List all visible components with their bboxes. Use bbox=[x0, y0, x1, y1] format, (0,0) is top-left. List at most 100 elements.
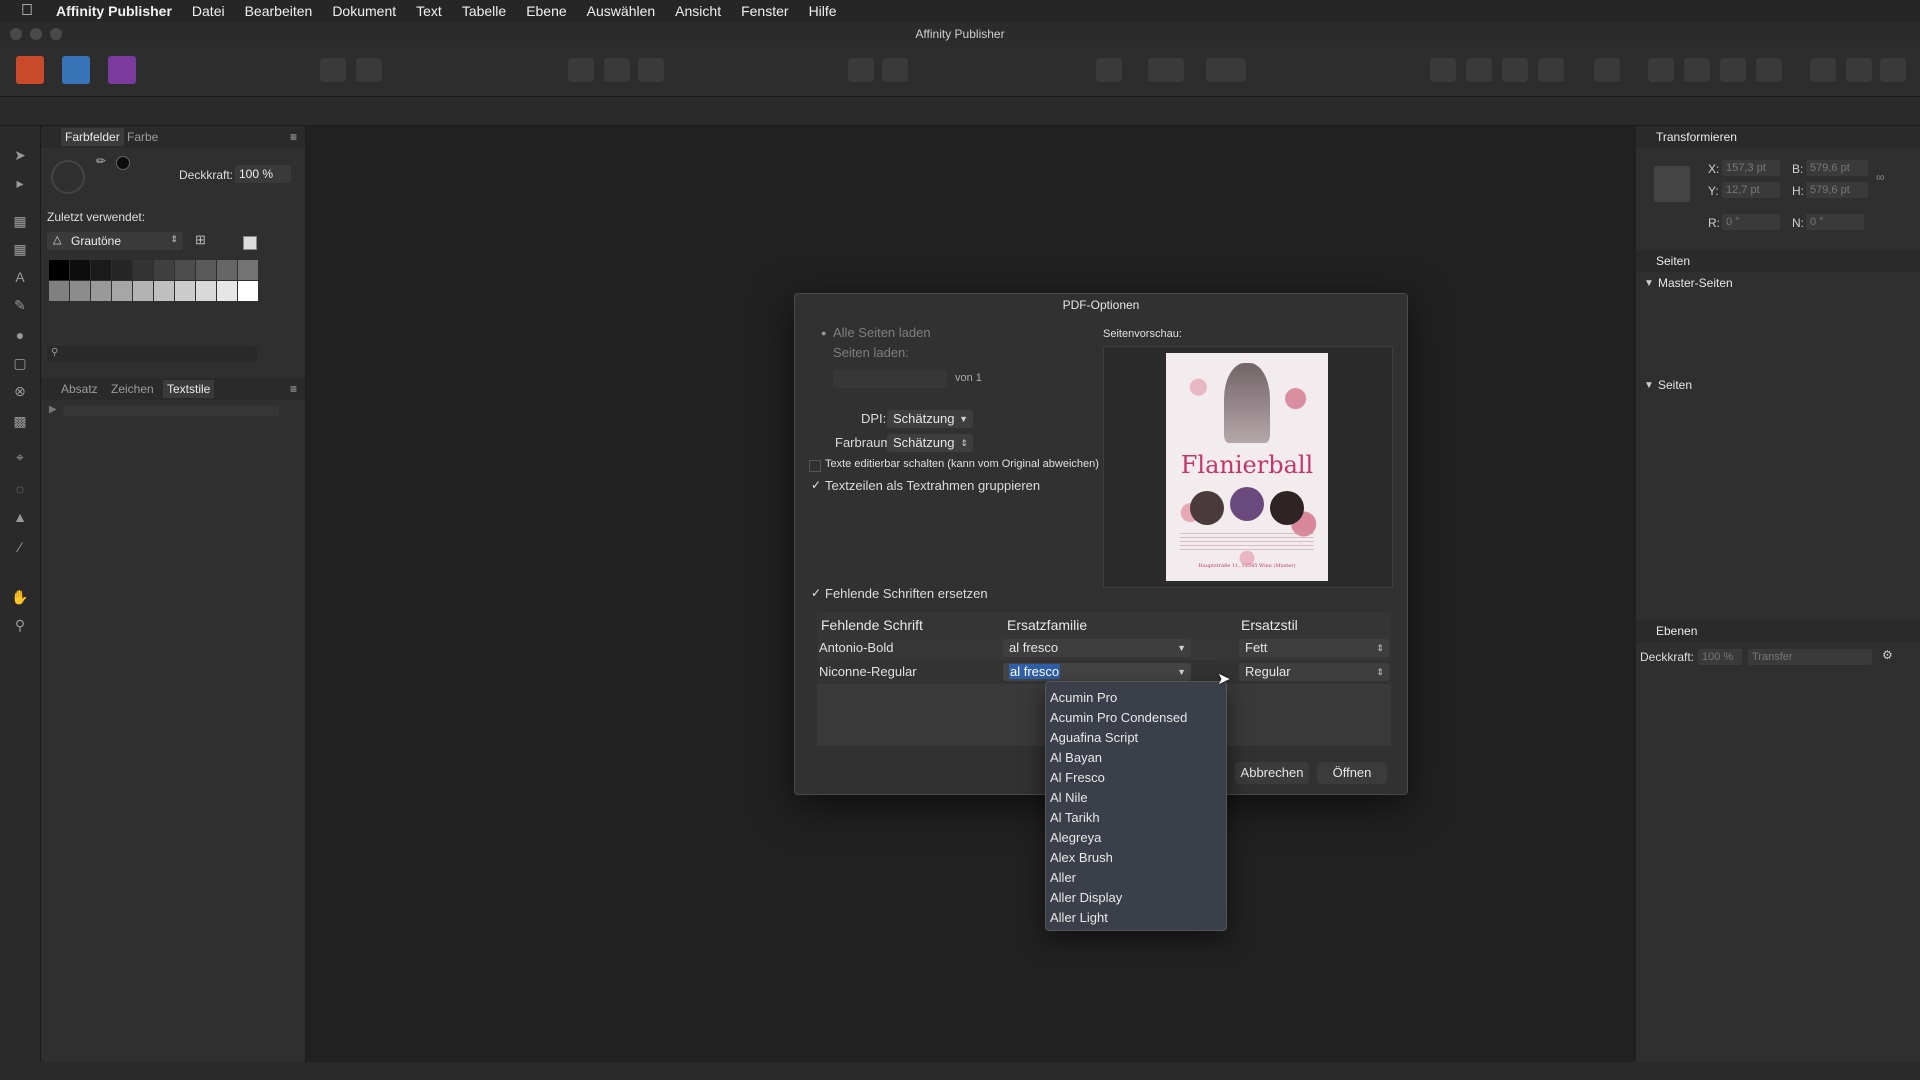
dropdown-option[interactable]: Al Nile bbox=[1050, 788, 1088, 808]
blend-mode-select[interactable]: Transfer bbox=[1748, 649, 1872, 665]
swatch[interactable] bbox=[175, 281, 195, 301]
height-field[interactable]: 579,6 pt bbox=[1806, 182, 1868, 198]
swatch[interactable] bbox=[238, 260, 258, 280]
swatch[interactable] bbox=[49, 260, 69, 280]
anchor-selector[interactable] bbox=[1654, 166, 1690, 202]
page-icon[interactable] bbox=[568, 58, 594, 82]
pin-icon[interactable] bbox=[848, 58, 874, 82]
swatch[interactable] bbox=[217, 260, 237, 280]
palette-select[interactable]: △ Grautöne ⇕ bbox=[47, 232, 183, 250]
flip-horizontal-icon[interactable] bbox=[1648, 58, 1674, 82]
dropdown-option[interactable]: Acumin Pro bbox=[1050, 688, 1117, 708]
add-swatch-icon[interactable]: ⊞ bbox=[195, 232, 206, 248]
disclosure-down-icon[interactable]: ▼ bbox=[1644, 278, 1654, 289]
menu-dokument[interactable]: Dokument bbox=[322, 3, 406, 19]
eyedropper-icon[interactable]: ✏ bbox=[96, 154, 106, 168]
fill-tool-icon[interactable]: ◌ bbox=[11, 480, 29, 498]
arrange-back-icon[interactable] bbox=[1538, 58, 1564, 82]
dropdown-option[interactable]: Aller bbox=[1050, 868, 1076, 888]
editable-text-checkbox[interactable] bbox=[809, 460, 821, 472]
dropdown-option[interactable]: Aguafina Script bbox=[1050, 728, 1138, 748]
rotate-left-icon[interactable] bbox=[1720, 58, 1746, 82]
style-select[interactable]: Fett ⇕ bbox=[1239, 639, 1389, 657]
move-tool-icon[interactable]: ➤ bbox=[11, 146, 29, 164]
color-picker-tool-icon[interactable]: ∕ bbox=[11, 538, 29, 556]
arrange-backward-icon[interactable] bbox=[1502, 58, 1528, 82]
none-swatch-icon[interactable] bbox=[243, 236, 257, 250]
tab-textstile[interactable]: Textstile bbox=[163, 380, 215, 398]
boolean-intersect-icon[interactable] bbox=[1880, 58, 1906, 82]
panel-menu-icon[interactable]: ≡ bbox=[290, 382, 297, 396]
swatch-search-input[interactable]: ⚲ bbox=[47, 346, 257, 362]
menu-app[interactable]: Affinity Publisher bbox=[46, 3, 182, 19]
pages-range-input[interactable] bbox=[833, 370, 947, 388]
menu-tabelle[interactable]: Tabelle bbox=[452, 3, 516, 19]
arrange-front-icon[interactable] bbox=[1430, 58, 1456, 82]
swatch[interactable] bbox=[91, 260, 111, 280]
swatch[interactable] bbox=[154, 281, 174, 301]
gear-icon[interactable]: ⚙ bbox=[1882, 648, 1893, 662]
grid-icon[interactable] bbox=[1148, 58, 1184, 82]
table-tool-icon[interactable]: ▦ bbox=[11, 240, 29, 258]
pen-tool-icon[interactable]: ✎ bbox=[11, 296, 29, 314]
frame-icon[interactable] bbox=[638, 58, 664, 82]
speech-icon[interactable] bbox=[1096, 58, 1122, 82]
hand-tool-icon[interactable]: ✋ bbox=[11, 588, 29, 606]
menu-auswaehlen[interactable]: Auswählen bbox=[577, 3, 666, 19]
link-icon[interactable]: ∞ bbox=[1876, 170, 1885, 184]
photo-persona-icon[interactable] bbox=[108, 56, 136, 84]
swatch[interactable] bbox=[217, 281, 237, 301]
style-select[interactable]: Regular ⇕ bbox=[1239, 663, 1389, 681]
dpi-select[interactable]: Schätzung ▼ bbox=[887, 410, 973, 428]
disclosure-down-icon[interactable]: ▼ bbox=[1644, 380, 1654, 391]
crop-tool-icon[interactable]: ⌖ bbox=[11, 448, 29, 466]
family-select[interactable]: al fresco ▼ bbox=[1003, 639, 1191, 657]
circle-icon[interactable] bbox=[604, 58, 630, 82]
dropdown-option[interactable]: Aller Display bbox=[1050, 888, 1122, 908]
text-frame-tool-icon[interactable]: ▦ bbox=[11, 212, 29, 230]
swatch[interactable] bbox=[154, 260, 174, 280]
artistic-text-tool-icon[interactable]: A bbox=[11, 268, 29, 286]
snapping-icon[interactable] bbox=[1206, 58, 1246, 82]
layers-opacity-field[interactable]: 100 % bbox=[1698, 649, 1742, 665]
swatch[interactable] bbox=[175, 260, 195, 280]
square-icon[interactable] bbox=[882, 58, 908, 82]
swatch[interactable] bbox=[91, 281, 111, 301]
swatch[interactable] bbox=[133, 281, 153, 301]
tab-zeichen[interactable]: Zeichen bbox=[111, 382, 154, 396]
styles-list-item[interactable] bbox=[63, 406, 279, 416]
designer-persona-icon[interactable] bbox=[62, 56, 90, 84]
boolean-subtract-icon[interactable] bbox=[1846, 58, 1872, 82]
ellipse-frame-tool-icon[interactable]: ⊗ bbox=[11, 382, 29, 400]
swatch[interactable] bbox=[238, 281, 258, 301]
apple-icon[interactable]:  bbox=[18, 2, 36, 20]
replace-fonts-checkbox[interactable]: ✓ bbox=[809, 586, 823, 600]
swatch[interactable] bbox=[49, 281, 69, 301]
dropdown-option[interactable]: Acumin Pro Condensed bbox=[1050, 708, 1187, 728]
stroke-well[interactable] bbox=[116, 156, 130, 170]
place-image-tool-icon[interactable]: ▩ bbox=[11, 412, 29, 430]
menu-datei[interactable]: Datei bbox=[182, 3, 235, 19]
x-field[interactable]: 157,3 pt bbox=[1722, 160, 1780, 176]
tab-farbfelder[interactable]: Farbfelder bbox=[61, 128, 124, 146]
menu-bearbeiten[interactable]: Bearbeiten bbox=[235, 3, 323, 19]
open-button[interactable]: Öffnen bbox=[1317, 762, 1387, 784]
radio-all-pages[interactable]: ● bbox=[821, 328, 826, 338]
transparency-tool-icon[interactable]: ▲ bbox=[11, 508, 29, 526]
table-row[interactable]: Antonio-Bold al fresco ▼ Fett ⇕ bbox=[817, 636, 1391, 660]
picture-frame-tool-icon[interactable]: ▢ bbox=[11, 354, 29, 372]
family-select-open[interactable]: al fresco ▼ bbox=[1003, 663, 1191, 681]
rotation-field[interactable]: 0 ° bbox=[1722, 214, 1780, 230]
zoom-tool-icon[interactable]: ⚲ bbox=[11, 616, 29, 634]
swatch[interactable] bbox=[112, 260, 132, 280]
boolean-add-icon[interactable] bbox=[1810, 58, 1836, 82]
tab-farbe[interactable]: Farbe bbox=[127, 130, 158, 144]
colorspace-select[interactable]: Schätzung ⇕ bbox=[887, 434, 973, 452]
preflight-icon[interactable] bbox=[320, 58, 346, 82]
dropdown-option[interactable]: Al Bayan bbox=[1050, 748, 1102, 768]
shear-field[interactable]: 0 ° bbox=[1806, 214, 1864, 230]
menu-text[interactable]: Text bbox=[406, 3, 452, 19]
publisher-persona-icon[interactable] bbox=[16, 56, 44, 84]
shape-tool-icon[interactable]: ● bbox=[11, 326, 29, 344]
align-icon[interactable] bbox=[1594, 58, 1620, 82]
